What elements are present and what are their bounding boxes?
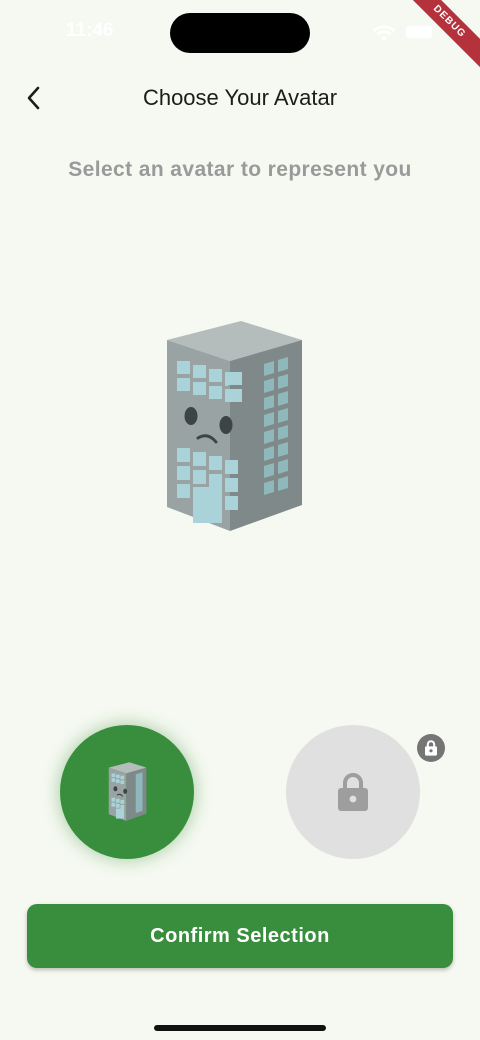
page-title: Choose Your Avatar <box>142 85 338 110</box>
building-character-icon <box>167 321 302 531</box>
dynamic-island <box>170 13 310 53</box>
confirm-selection-button[interactable]: Confirm Selection <box>27 904 453 968</box>
home-indicator <box>154 1025 326 1031</box>
subtitle: Select an avatar to represent you <box>68 158 412 181</box>
avatar-option-locked[interactable] <box>286 725 420 859</box>
status-time: 11:46 <box>66 20 114 41</box>
lock-icon <box>338 773 368 811</box>
avatar-preview <box>150 315 315 540</box>
battery-icon <box>406 26 432 38</box>
lock-icon <box>425 740 437 756</box>
status-bar: 11:46 DEBUG <box>0 0 480 76</box>
wifi-icon <box>373 25 395 41</box>
header: Choose Your Avatar <box>0 76 480 120</box>
avatar-options <box>0 720 480 870</box>
avatar-option-building[interactable] <box>60 725 194 859</box>
lock-badge <box>417 734 445 762</box>
building-character-icon <box>108 762 147 821</box>
